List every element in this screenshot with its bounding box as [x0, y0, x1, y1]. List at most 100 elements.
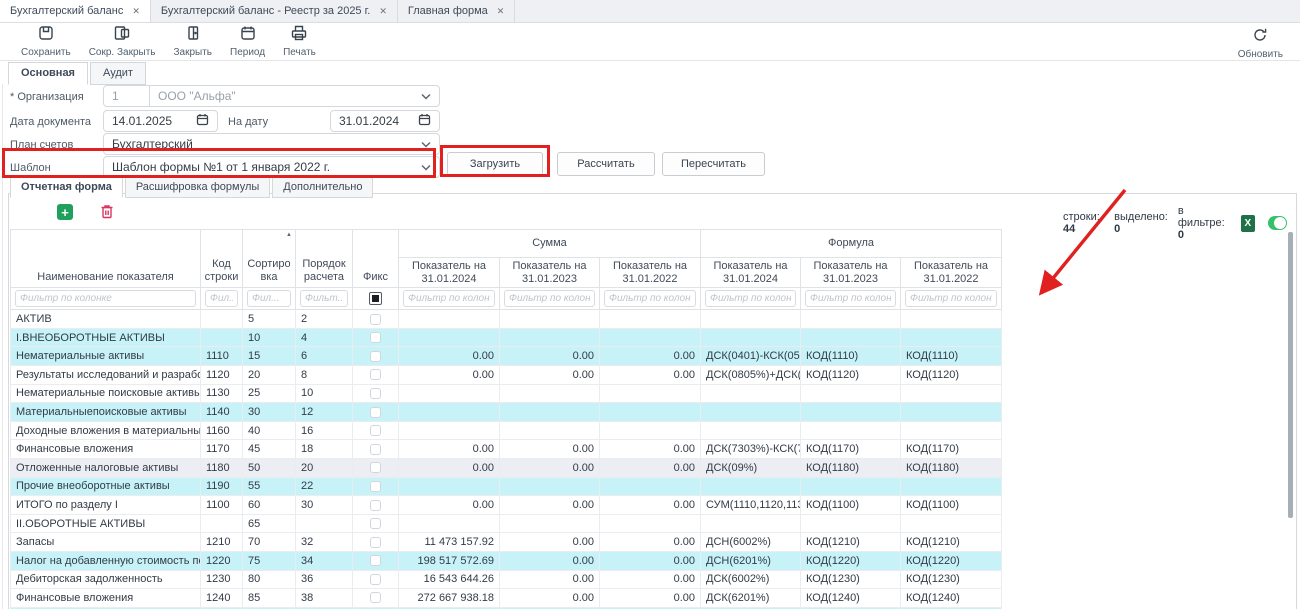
table-row[interactable]: Результаты исследований и разработок1120…	[11, 366, 1002, 385]
fix-checkbox[interactable]	[370, 425, 381, 436]
vertical-scrollbar[interactable]	[1288, 232, 1293, 518]
col-header-formula-2024[interactable]: Показатель на 31.01.2024	[701, 258, 801, 288]
filter-input-sum-2023[interactable]	[504, 290, 595, 307]
cell-order: 6	[296, 347, 353, 366]
cell-code: 1180	[201, 459, 243, 478]
table-row[interactable]: Доходные вложения в материальные ц...116…	[11, 421, 1002, 440]
cell-sort: 30	[243, 403, 296, 422]
org-code-field[interactable]: 1	[103, 85, 150, 107]
filter-input-code[interactable]	[205, 290, 238, 307]
calendar-icon	[240, 25, 256, 44]
tab-report-form[interactable]: Отчетная форма	[10, 177, 123, 198]
close-button[interactable]: Закрыть	[174, 25, 213, 58]
table-row[interactable]: ИТОГО по разделу I110060300.000.000.00СУ…	[11, 496, 1002, 515]
filter-input-formula-2022[interactable]	[905, 290, 997, 307]
fix-checkbox[interactable]	[370, 444, 381, 455]
filter-input-name[interactable]	[15, 290, 196, 307]
period-button[interactable]: Период	[230, 25, 265, 58]
cell-sum-2023	[500, 514, 600, 533]
close-icon[interactable]: ✕	[497, 6, 505, 17]
doc-date-input[interactable]: 14.01.2025	[103, 110, 218, 132]
calendar-icon[interactable]	[196, 113, 209, 129]
cell-formula-2024	[701, 328, 801, 347]
col-header-name[interactable]: Наименование показателя	[11, 230, 201, 288]
calendar-icon[interactable]	[418, 113, 431, 129]
table-row[interactable]: Финансовые вложения12408538272 667 938.1…	[11, 589, 1002, 608]
table-row[interactable]: Дебиторская задолженность1230803616 543 …	[11, 570, 1002, 589]
fix-checkbox[interactable]	[370, 481, 381, 492]
table-row[interactable]: Отложенные налоговые активы118050200.000…	[11, 459, 1002, 478]
cell-sum-2022	[600, 477, 701, 496]
tab-main-form[interactable]: Главная форма ✕	[398, 0, 515, 22]
cell-name: Доходные вложения в материальные ц...	[11, 421, 201, 440]
tab-additional[interactable]: Дополнительно	[272, 177, 373, 198]
fix-checkbox[interactable]	[370, 574, 381, 585]
fix-checkbox[interactable]	[370, 518, 381, 529]
col-header-sum-2024[interactable]: Показатель на 31.01.2024	[399, 258, 500, 288]
tab-balance[interactable]: Бухгалтерский баланс ✕	[0, 0, 151, 22]
tab-formula-decode[interactable]: Расшифровка формулы	[125, 177, 270, 198]
col-header-order[interactable]: Порядок расчета	[296, 230, 353, 288]
org-select[interactable]: ООО "Альфа"	[149, 85, 440, 107]
tab-main[interactable]: Основная	[8, 62, 88, 85]
cell-fix	[353, 421, 399, 440]
table-row[interactable]: Материальныепоисковые активы11403012	[11, 403, 1002, 422]
close-icon[interactable]: ✕	[132, 6, 140, 17]
fix-checkbox[interactable]	[370, 369, 381, 380]
save-button[interactable]: Сохранить	[21, 25, 71, 58]
table-row[interactable]: II.ОБОРОТНЫЕ АКТИВЫ65	[11, 514, 1002, 533]
cell-name: I.ВНЕОБОРОТНЫЕ АКТИВЫ	[11, 328, 201, 347]
table-row[interactable]: Финансовые вложения117045180.000.000.00Д…	[11, 440, 1002, 459]
fix-checkbox[interactable]	[370, 555, 381, 566]
tab-audit[interactable]: Аудит	[90, 62, 146, 85]
on-date-input[interactable]: 31.01.2024	[330, 110, 440, 132]
chevron-down-icon[interactable]	[421, 89, 431, 103]
filter-input-formula-2024[interactable]	[705, 290, 796, 307]
table-row[interactable]: Запасы1210703211 473 157.920.000.00ДСН(6…	[11, 533, 1002, 552]
fix-checkbox[interactable]	[370, 592, 381, 603]
cell-formula-2022: КОД(1240)	[901, 589, 1002, 608]
cell-sum-2023: 0.00	[500, 366, 600, 385]
save-close-button[interactable]: Сокр. Закрыть	[89, 25, 156, 58]
col-header-code[interactable]: Код строки	[201, 230, 243, 288]
recalculate-button[interactable]: Пересчитать	[662, 152, 765, 176]
delete-row-button[interactable]	[99, 203, 115, 225]
table-row[interactable]: Нематериальные активы11101560.000.000.00…	[11, 347, 1002, 366]
cell-sum-2024	[399, 310, 500, 329]
fix-header-checkbox[interactable]	[369, 292, 382, 305]
fix-checkbox[interactable]	[370, 462, 381, 473]
col-header-fix[interactable]: Фикс	[353, 230, 399, 288]
fix-checkbox[interactable]	[370, 537, 381, 548]
filter-input-sum-2024[interactable]	[403, 290, 495, 307]
fix-checkbox[interactable]	[370, 351, 381, 362]
calculate-button[interactable]: Рассчитать	[557, 152, 655, 176]
col-header-sort[interactable]: ▲ Сортировка	[243, 230, 296, 288]
print-button[interactable]: Печать	[283, 25, 316, 58]
close-icon[interactable]: ✕	[379, 6, 387, 17]
refresh-button[interactable]: Обновить	[1238, 27, 1283, 60]
table-row[interactable]: Нематериальные поисковые активы11302510	[11, 384, 1002, 403]
cell-formula-2024: СУМ(1110,1120,113...	[701, 496, 801, 515]
tab-balance-registry[interactable]: Бухгалтерский баланс - Реестр за 2025 г.…	[151, 0, 398, 22]
export-excel-button[interactable]: X	[1241, 215, 1254, 232]
table-row[interactable]: Прочие внеоборотные активы11905522	[11, 477, 1002, 496]
table-row[interactable]: АКТИВ52	[11, 310, 1002, 329]
fix-checkbox[interactable]	[370, 407, 381, 418]
col-header-formula-2023[interactable]: Показатель на 31.01.2023	[801, 258, 901, 288]
col-header-sum-2022[interactable]: Показатель на 31.01.2022	[600, 258, 701, 288]
table-row[interactable]: I.ВНЕОБОРОТНЫЕ АКТИВЫ104	[11, 328, 1002, 347]
fix-checkbox[interactable]	[370, 332, 381, 343]
filter-toggle[interactable]	[1268, 216, 1288, 230]
filter-input-formula-2023[interactable]	[805, 290, 896, 307]
fix-checkbox[interactable]	[370, 500, 381, 511]
cell-name: II.ОБОРОТНЫЕ АКТИВЫ	[11, 514, 201, 533]
filter-input-sort[interactable]	[247, 290, 291, 307]
col-header-formula-2022[interactable]: Показатель на 31.01.2022	[901, 258, 1002, 288]
add-row-button[interactable]: +	[57, 204, 73, 220]
filter-input-order[interactable]	[300, 290, 348, 307]
fix-checkbox[interactable]	[370, 314, 381, 325]
col-header-sum-2023[interactable]: Показатель на 31.01.2023	[500, 258, 600, 288]
filter-input-sum-2022[interactable]	[604, 290, 696, 307]
table-row[interactable]: Налог на добавленную стоимость по пр...1…	[11, 552, 1002, 571]
fix-checkbox[interactable]	[370, 388, 381, 399]
